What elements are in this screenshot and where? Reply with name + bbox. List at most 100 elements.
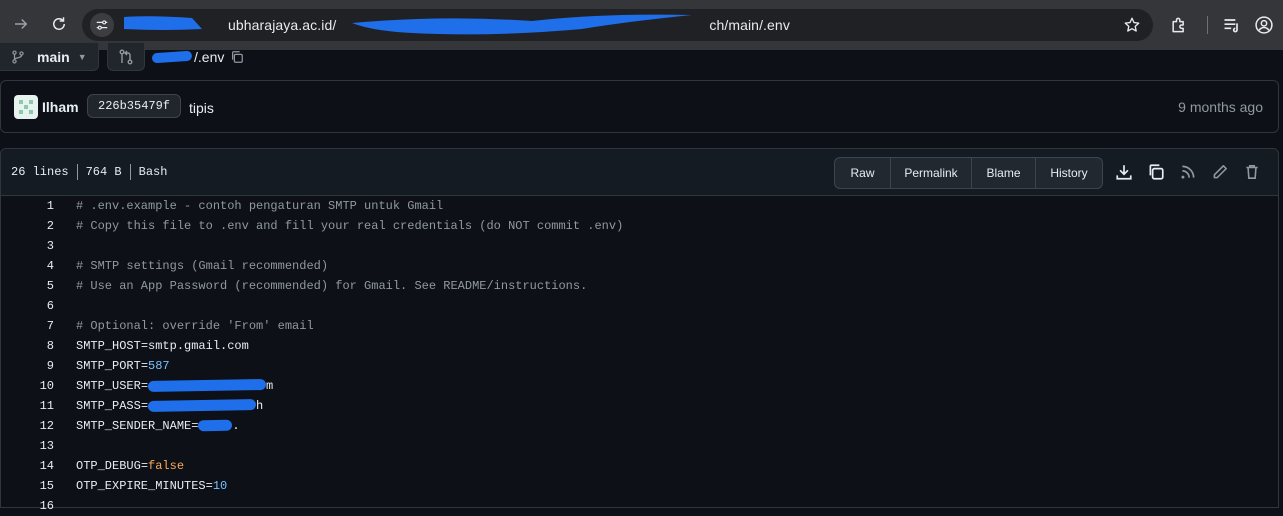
line-content: OTP_DEBUG=false	[76, 456, 184, 476]
edit-button[interactable]	[1211, 163, 1229, 181]
blame-button[interactable]: Blame	[972, 158, 1036, 188]
env-equals: =	[205, 479, 213, 493]
compare-button[interactable]	[107, 43, 145, 71]
pencil-icon	[1213, 165, 1227, 179]
download-button[interactable]	[1115, 163, 1133, 181]
path-redaction	[151, 50, 193, 64]
value-redaction	[147, 399, 257, 413]
line-number[interactable]: 10	[1, 376, 54, 396]
copy-raw-button[interactable]	[1147, 163, 1165, 181]
line-number[interactable]: 14	[1, 456, 54, 476]
line-content: # Optional: override 'From' email	[76, 316, 314, 336]
line-number[interactable]: 15	[1, 476, 54, 496]
env-key: SMTP_SENDER_NAME	[76, 419, 192, 433]
code-line: 5 # Use an App Password (recommended) for…	[1, 276, 1278, 296]
comment-text: # Optional: override 'From' email	[76, 319, 314, 333]
copy-icon	[1149, 164, 1164, 180]
env-value: h	[256, 399, 264, 413]
env-key: SMTP_PORT	[76, 359, 141, 373]
line-content: # Copy this file to .env and fill your r…	[76, 216, 623, 236]
line-number[interactable]: 2	[1, 216, 54, 236]
env-key: OTP_EXPIRE_MINUTES	[76, 479, 206, 493]
delete-button[interactable]	[1243, 163, 1261, 181]
line-content: SMTP_PORT=587	[76, 356, 170, 376]
download-icon	[1116, 165, 1132, 180]
site-info-button[interactable]	[90, 13, 114, 37]
env-key: SMTP_USER	[76, 379, 141, 393]
line-content: # SMTP settings (Gmail recommended)	[76, 256, 328, 276]
permalink-button[interactable]: Permalink	[891, 158, 972, 188]
line-count: 26 lines	[11, 165, 69, 179]
file-path: /.env	[151, 49, 244, 65]
branch-selector[interactable]: main ▼	[0, 43, 99, 71]
env-value: smtp.gmail.com	[148, 339, 249, 353]
line-content: # .env.example - contoh pengaturan SMTP …	[76, 196, 443, 216]
git-compare-icon	[119, 49, 133, 64]
env-equals: =	[140, 339, 149, 353]
file-meta: 26 lines 764 B Bash	[11, 164, 167, 180]
code-line: 10 SMTP_USER= m	[1, 376, 1278, 396]
line-number[interactable]: 3	[1, 236, 54, 256]
toolbar-divider	[1207, 16, 1208, 34]
line-number[interactable]: 16	[1, 496, 54, 516]
symbols-button[interactable]	[1179, 163, 1197, 181]
puzzle-icon[interactable]	[1169, 15, 1189, 35]
env-equals: =	[140, 379, 149, 393]
playlist-icon[interactable]	[1222, 15, 1242, 35]
line-number[interactable]: 1	[1, 196, 54, 216]
profile-icon[interactable]	[1254, 15, 1274, 35]
trash-icon	[1246, 165, 1258, 179]
commit-author[interactable]: Ilham	[42, 99, 79, 115]
forward-button[interactable]	[6, 9, 36, 39]
path-filename: /.env	[194, 49, 225, 65]
env-key: OTP_DEBUG	[76, 459, 141, 473]
tune-icon	[96, 20, 108, 30]
line-content: SMTP_HOST=smtp.gmail.com	[76, 336, 249, 356]
code-view: 1 # .env.example - contoh pengaturan SMTP…	[1, 196, 1278, 516]
commit-sha[interactable]: 226b35479f	[87, 94, 182, 118]
code-line: 9 SMTP_PORT=587	[1, 356, 1278, 376]
line-number[interactable]: 4	[1, 256, 54, 276]
code-line: 3	[1, 236, 1278, 256]
line-number[interactable]: 6	[1, 296, 54, 316]
history-button[interactable]: History	[1036, 158, 1102, 188]
code-line: 2 # Copy this file to .env and fill your …	[1, 216, 1278, 236]
commit-message[interactable]: tipis	[189, 100, 214, 116]
avatar[interactable]	[14, 95, 38, 119]
line-number[interactable]: 11	[1, 396, 54, 416]
line-number[interactable]: 13	[1, 436, 54, 456]
line-number[interactable]: 9	[1, 356, 54, 376]
line-number[interactable]: 5	[1, 276, 54, 296]
browser-toolbar: ubharajaya.ac.id/ ch/main/.env	[0, 0, 1283, 50]
line-number[interactable]: 8	[1, 336, 54, 356]
url-path: /	[332, 17, 337, 33]
line-number[interactable]: 12	[1, 416, 54, 436]
copy-icon[interactable]	[230, 50, 244, 64]
raw-button[interactable]: Raw	[835, 158, 891, 188]
code-line: 8 SMTP_HOST=smtp.gmail.com	[1, 336, 1278, 356]
git-branch-icon	[12, 49, 24, 64]
reload-button[interactable]	[44, 9, 74, 39]
identicon-icon	[19, 100, 33, 114]
code-line: 7 # Optional: override 'From' email	[1, 316, 1278, 336]
url-host: ubharajaya.ac.id	[228, 17, 333, 33]
comment-text: # SMTP settings (Gmail recommended)	[76, 259, 329, 273]
line-content: SMTP_USER= m	[76, 376, 273, 396]
code-line: 12 SMTP_SENDER_NAME=.	[1, 416, 1278, 436]
code-line: 16	[1, 496, 1278, 516]
line-content: OTP_EXPIRE_MINUTES=10	[76, 476, 227, 496]
line-content: SMTP_SENDER_NAME=.	[76, 416, 240, 436]
star-icon[interactable]	[1123, 16, 1141, 34]
file-size: 764 B	[85, 165, 122, 179]
line-number[interactable]: 7	[1, 316, 54, 336]
file-language: Bash	[138, 165, 168, 179]
file-header: 26 lines 764 B Bash Raw Permalink Blame …	[1, 149, 1278, 196]
code-line: 13	[1, 436, 1278, 456]
env-key: SMTP_HOST	[76, 339, 141, 353]
env-value: false	[148, 459, 185, 473]
address-bar[interactable]: ubharajaya.ac.id/ ch/main/.env	[82, 9, 1153, 41]
env-value: .	[232, 419, 240, 433]
latest-commit: Ilham 226b35479f tipis 9 months ago	[0, 80, 1279, 133]
arrow-right-icon	[15, 18, 28, 30]
file-viewer: 26 lines 764 B Bash Raw Permalink Blame …	[0, 148, 1279, 513]
